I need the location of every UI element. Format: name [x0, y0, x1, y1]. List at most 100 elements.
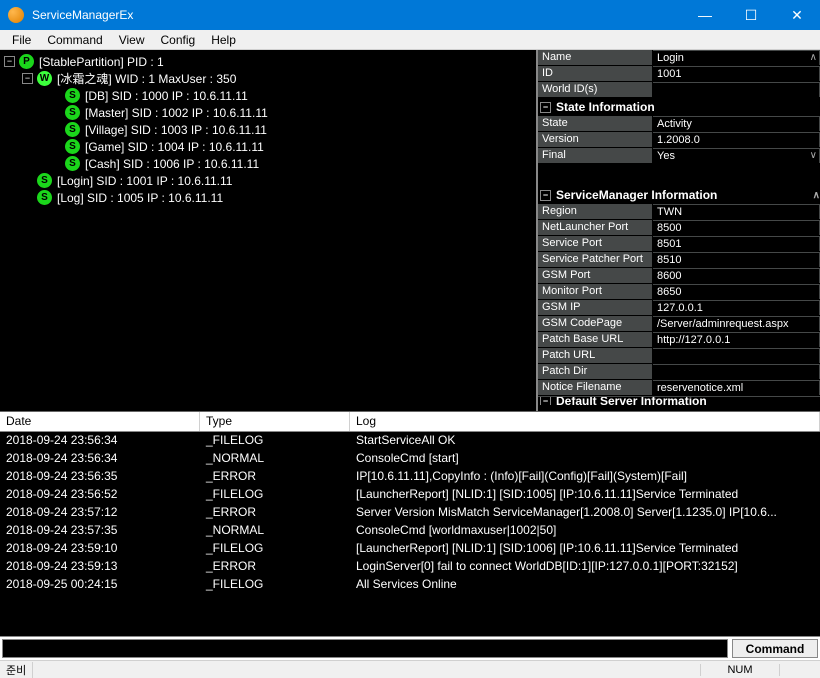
info-row: Service Port8501	[538, 236, 820, 252]
log-message: ConsoleCmd [worldmaxuser|1002|50]	[350, 522, 820, 540]
tree-label: [Master] SID : 1002 IP : 10.6.11.11	[85, 106, 268, 120]
minimize-button[interactable]: —	[682, 0, 728, 30]
log-message: All Services Online	[350, 576, 820, 594]
collapse-icon[interactable]: −	[540, 396, 551, 405]
scroll-up-icon[interactable]: ∧	[810, 52, 817, 63]
tree-server[interactable]: S[Village] SID : 1003 IP : 10.6.11.11	[4, 121, 536, 138]
tree-login[interactable]: S [Login] SID : 1001 IP : 10.6.11.11	[4, 172, 536, 189]
info-value	[653, 82, 820, 97]
log-type: _NORMAL	[200, 522, 350, 540]
info-value	[653, 364, 820, 379]
col-date[interactable]: Date	[0, 412, 200, 431]
info-row: Version1.2008.0	[538, 132, 820, 148]
info-key: State	[538, 116, 653, 131]
info-key: Patch Dir	[538, 364, 653, 379]
info-key: Patch Base URL	[538, 332, 653, 347]
server-icon: S	[65, 156, 80, 171]
log-row[interactable]: 2018-09-24 23:56:34_NORMALConsoleCmd [st…	[0, 450, 820, 468]
info-value: Yes∨	[653, 148, 820, 163]
info-key: Monitor Port	[538, 284, 653, 299]
tree-label: [Game] SID : 1004 IP : 10.6.11.11	[85, 140, 264, 154]
tree-server[interactable]: S[Game] SID : 1004 IP : 10.6.11.11	[4, 138, 536, 155]
log-date: 2018-09-24 23:56:35	[0, 468, 200, 486]
collapse-icon[interactable]: −	[4, 56, 15, 67]
info-key: Notice Filename	[538, 380, 653, 395]
info-key: Version	[538, 132, 653, 147]
info-value: 8500	[653, 220, 820, 235]
log-row[interactable]: 2018-09-25 00:24:15_FILELOGAll Services …	[0, 576, 820, 594]
info-row: FinalYes∨	[538, 148, 820, 164]
menu-command[interactable]: Command	[39, 31, 110, 49]
tree-root[interactable]: − P [StablePartition] PID : 1	[4, 53, 536, 70]
log-type: _FILELOG	[200, 486, 350, 504]
info-row: Patch Base URLhttp://127.0.0.1	[538, 332, 820, 348]
section-state-info[interactable]: − State Information	[538, 98, 820, 116]
log-header: Date Type Log	[0, 412, 820, 432]
command-bar: Command	[0, 636, 820, 660]
tree-label: [StablePartition] PID : 1	[39, 55, 164, 69]
log-message: Server Version MisMatch ServiceManager[1…	[350, 504, 820, 522]
command-input[interactable]	[2, 639, 728, 658]
info-value: 127.0.0.1	[653, 300, 820, 315]
info-key: Service Patcher Port	[538, 252, 653, 267]
log-type: _FILELOG	[200, 540, 350, 558]
dropdown-icon[interactable]: ∨	[810, 150, 817, 161]
tree-world[interactable]: − W [冰霜之魂] WID : 1 MaxUser : 350	[4, 70, 536, 87]
info-key: Name	[538, 50, 653, 65]
log-message: ConsoleCmd [start]	[350, 450, 820, 468]
tree-log[interactable]: S [Log] SID : 1005 IP : 10.6.11.11	[4, 189, 536, 206]
info-row: Monitor Port8650	[538, 284, 820, 300]
col-type[interactable]: Type	[200, 412, 350, 431]
log-date: 2018-09-24 23:59:10	[0, 540, 200, 558]
tree-label: [Cash] SID : 1006 IP : 10.6.11.11	[85, 157, 259, 171]
collapse-icon[interactable]: −	[540, 190, 551, 201]
menu-file[interactable]: File	[4, 31, 39, 49]
info-value: Activity	[653, 116, 820, 131]
menu-view[interactable]: View	[111, 31, 153, 49]
partition-icon: P	[19, 54, 34, 69]
info-value: http://127.0.0.1	[653, 332, 820, 347]
collapse-icon[interactable]: −	[540, 102, 551, 113]
section-sm-info[interactable]: − ServiceManager Information ∧	[538, 186, 820, 204]
log-row[interactable]: 2018-09-24 23:57:35_NORMALConsoleCmd [wo…	[0, 522, 820, 540]
app-icon	[8, 7, 24, 23]
info-panel: NameLogin∧ID1001World ID(s) − State Info…	[538, 50, 820, 411]
log-row[interactable]: 2018-09-24 23:56:34_FILELOGStartServiceA…	[0, 432, 820, 450]
log-message: [LauncherReport] [NLID:1] [SID:1005] [IP…	[350, 486, 820, 504]
info-row: StateActivity	[538, 116, 820, 132]
log-type: _ERROR	[200, 558, 350, 576]
scroll-arrows-icon[interactable]: ∧	[813, 190, 818, 201]
tree-label: [Village] SID : 1003 IP : 10.6.11.11	[85, 123, 267, 137]
col-log[interactable]: Log	[350, 412, 820, 431]
status-num: NUM	[700, 664, 780, 676]
tree-server[interactable]: S[Master] SID : 1002 IP : 10.6.11.11	[4, 104, 536, 121]
world-icon: W	[37, 71, 52, 86]
menu-help[interactable]: Help	[203, 31, 244, 49]
info-row: Patch Dir	[538, 364, 820, 380]
info-value: 8600	[653, 268, 820, 283]
log-body[interactable]: 2018-09-24 23:56:34_FILELOGStartServiceA…	[0, 432, 820, 636]
maximize-button[interactable]: ☐	[728, 0, 774, 30]
log-row[interactable]: 2018-09-24 23:59:10_FILELOG[LauncherRepo…	[0, 540, 820, 558]
log-date: 2018-09-24 23:56:34	[0, 450, 200, 468]
close-button[interactable]: ✕	[774, 0, 820, 30]
info-row: NetLauncher Port8500	[538, 220, 820, 236]
log-row[interactable]: 2018-09-24 23:56:52_FILELOG[LauncherRepo…	[0, 486, 820, 504]
log-row[interactable]: 2018-09-24 23:56:35_ERRORIP[10.6.11.11],…	[0, 468, 820, 486]
section-default-server[interactable]: − Default Server Information	[538, 396, 820, 405]
info-row: Notice Filenamereservenotice.xml	[538, 380, 820, 396]
status-bar: 준비 NUM	[0, 660, 820, 678]
tree-server[interactable]: S [Cash] SID : 1006 IP : 10.6.11.11	[4, 155, 536, 172]
collapse-icon[interactable]: −	[22, 73, 33, 84]
info-row: World ID(s)	[538, 82, 820, 98]
log-message: LoginServer[0] fail to connect WorldDB[I…	[350, 558, 820, 576]
command-button[interactable]: Command	[732, 639, 818, 658]
log-row[interactable]: 2018-09-24 23:57:12_ERRORServer Version …	[0, 504, 820, 522]
menu-config[interactable]: Config	[153, 31, 204, 49]
info-value: reservenotice.xml	[653, 380, 820, 395]
tree-server[interactable]: S[DB] SID : 1000 IP : 10.6.11.11	[4, 87, 536, 104]
log-row[interactable]: 2018-09-24 23:59:13_ERRORLoginServer[0] …	[0, 558, 820, 576]
status-ready: 준비	[0, 662, 33, 678]
info-row: Service Patcher Port8510	[538, 252, 820, 268]
section-title: ServiceManager Information	[556, 188, 717, 202]
